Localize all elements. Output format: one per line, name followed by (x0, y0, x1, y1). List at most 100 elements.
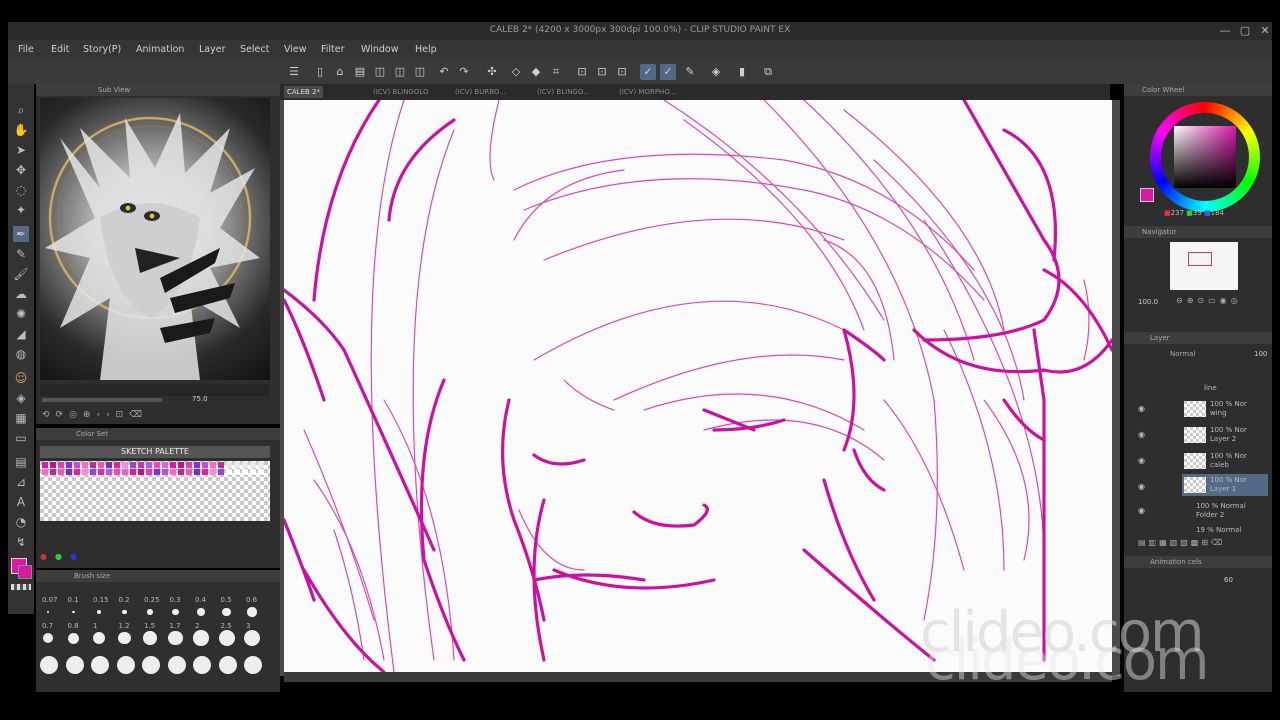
brush-size-option[interactable] (97, 610, 101, 614)
palette-swatch[interactable] (186, 469, 192, 475)
frame-icon[interactable]: ▤ (13, 454, 29, 470)
palette-swatch[interactable] (202, 462, 208, 468)
palette-swatch[interactable] (202, 469, 208, 475)
brush-size-option[interactable] (91, 656, 109, 674)
fill-tool-icon[interactable]: ◈ (13, 390, 29, 406)
tab-doc-5[interactable]: (ICV) MORPHO... (616, 86, 679, 98)
palette-swatch[interactable] (66, 469, 72, 475)
figure-icon[interactable]: ▭ (13, 430, 29, 446)
palette-swatch[interactable] (82, 462, 88, 468)
palette-swatch[interactable] (250, 462, 256, 468)
hand-icon[interactable]: ✋ (13, 122, 29, 138)
palette-name[interactable]: SKETCH PALETTE (40, 446, 270, 458)
palette-swatch[interactable] (210, 469, 216, 475)
blend-mode-select[interactable]: Normal (1170, 350, 1195, 358)
text-icon[interactable]: A (13, 494, 29, 510)
transform-icon[interactable]: ✣ (484, 64, 500, 80)
move-icon[interactable]: ✥ (13, 162, 29, 178)
brush-size-option[interactable] (167, 656, 186, 674)
ruler-snap-icon[interactable]: ✓ (640, 64, 656, 80)
palette-swatch[interactable] (90, 469, 96, 475)
undo-icon[interactable]: ↶ (436, 64, 452, 80)
snap3-icon[interactable]: ⊡ (614, 64, 630, 80)
export2-icon[interactable]: ◫ (392, 64, 408, 80)
palette-swatch[interactable] (210, 462, 216, 468)
open-file-icon[interactable]: ⌂ (332, 64, 348, 80)
folder-row[interactable]: 100 % Normal Folder 2 (1182, 500, 1268, 522)
menu-help[interactable]: Help (415, 44, 437, 55)
fill-icon[interactable]: ◆ (528, 64, 544, 80)
balloon-icon[interactable]: ◔ (13, 514, 29, 530)
palette-swatch[interactable] (66, 462, 72, 468)
palette-swatch[interactable] (162, 462, 168, 468)
color-mode-icons[interactable]: ●●● (40, 552, 85, 561)
palette-swatch[interactable] (98, 462, 104, 468)
palette-swatch[interactable] (130, 462, 136, 468)
eye-icon[interactable]: ◉ (1138, 506, 1148, 516)
palette-swatch[interactable] (146, 469, 152, 475)
layer-row-selected[interactable]: 100 % Nor Layer 1 (1182, 474, 1268, 496)
palette-swatch[interactable] (130, 469, 136, 475)
eye-icon[interactable]: ◉ (1138, 404, 1148, 414)
transparent-color-swatch[interactable] (11, 584, 31, 590)
menu-window[interactable]: Window (361, 44, 398, 55)
crop-icon[interactable]: ⌗ (548, 64, 564, 80)
palette-swatch[interactable] (178, 462, 184, 468)
brush-size-option[interactable] (118, 631, 131, 645)
snap-icon[interactable]: ⊡ (574, 64, 590, 80)
minimize-icon[interactable]: — (1218, 24, 1232, 38)
export3-icon[interactable]: ◫ (412, 64, 428, 80)
palette-swatch[interactable] (154, 469, 160, 475)
palette-swatch[interactable] (242, 469, 248, 475)
brush-size-option[interactable] (40, 656, 58, 674)
sub-view-controls[interactable]: ⟲⟳◎⊕‹›⊡⌫ (42, 410, 148, 420)
maximize-icon[interactable]: ▢ (1238, 24, 1252, 38)
export-icon[interactable]: ◫ (372, 64, 388, 80)
palette-swatch[interactable] (114, 469, 120, 475)
brush-size-option[interactable] (142, 656, 160, 674)
redo-icon[interactable]: ↷ (456, 64, 472, 80)
palette-swatch[interactable] (170, 469, 176, 475)
brush-size-option[interactable] (168, 630, 183, 646)
zoom-icon[interactable]: ⌕ (13, 102, 29, 118)
drawing-canvas[interactable] (284, 100, 1112, 672)
special-ruler-icon[interactable]: ✓ (660, 64, 676, 80)
layer-row[interactable]: 100 % Nor wing (1182, 398, 1268, 420)
brush-size-option[interactable] (244, 630, 260, 646)
menu-select[interactable]: Select (240, 44, 269, 55)
brush-size-option[interactable] (244, 656, 262, 674)
snap2-icon[interactable]: ⊡ (594, 64, 610, 80)
palette-swatch[interactable] (42, 462, 48, 468)
layer-row[interactable]: 19 % Normal (1182, 524, 1268, 536)
layers-icon[interactable]: ◈ (708, 64, 724, 80)
palette-swatch[interactable] (98, 469, 104, 475)
brush-size-option[interactable] (143, 631, 157, 645)
palette-swatch[interactable] (122, 462, 128, 468)
brush-size-option[interactable] (93, 632, 105, 644)
clear-icon[interactable]: ◇ (508, 64, 524, 80)
brush-size-option[interactable] (197, 608, 205, 616)
brush-size-option[interactable] (122, 609, 127, 615)
palette-swatch[interactable] (242, 462, 248, 468)
palette-swatch[interactable] (82, 469, 88, 475)
palette-swatch[interactable] (218, 469, 224, 475)
brush-size-option[interactable] (218, 630, 235, 646)
current-color-swatch[interactable] (1140, 188, 1154, 202)
menu-view[interactable]: View (284, 44, 307, 55)
palette-swatch[interactable] (74, 469, 80, 475)
palette-swatch[interactable] (226, 462, 232, 468)
new-file-icon[interactable]: ▯ (312, 64, 328, 80)
brush-size-option[interactable] (218, 656, 237, 674)
brush-size-option[interactable] (222, 607, 231, 617)
palette-swatch[interactable] (122, 469, 128, 475)
brush-size-option[interactable] (47, 611, 49, 613)
eye-icon[interactable]: ◉ (1138, 430, 1148, 440)
brush-size-option[interactable] (42, 632, 54, 644)
brush-size-option[interactable] (116, 656, 135, 674)
correct-line-icon[interactable]: ↯ (13, 534, 29, 550)
menu-filter[interactable]: Filter (321, 44, 345, 55)
palette-swatch[interactable] (50, 469, 56, 475)
palette-swatch[interactable] (74, 462, 80, 468)
blend-icon[interactable]: ◍ (13, 346, 29, 362)
companion-icon[interactable]: ⧉ (760, 64, 776, 80)
